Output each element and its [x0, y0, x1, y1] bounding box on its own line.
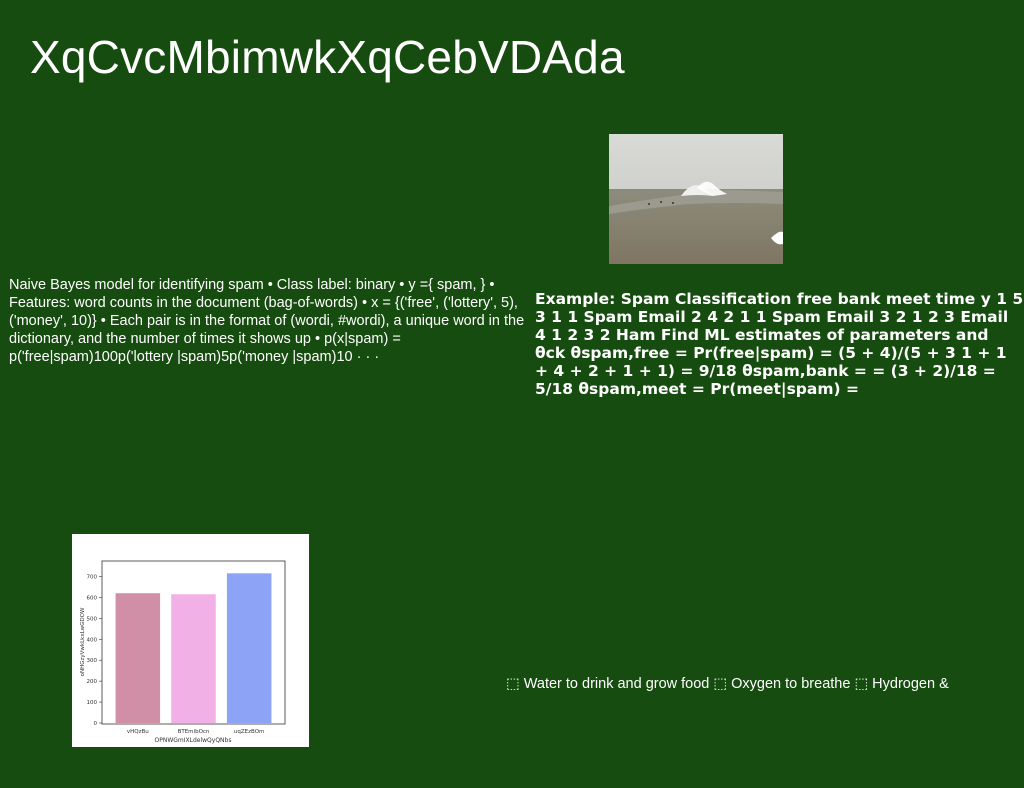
bar-vHQzBu: [115, 593, 161, 723]
y-tick-label: 600: [87, 595, 98, 601]
bottom-text: ⬚ Water to drink and grow food ⬚ Oxygen …: [506, 676, 949, 692]
ocean-wave-image: [609, 134, 783, 264]
x-tick-label: BTEmibOcn: [178, 729, 210, 735]
bar-chart-svg: 0 100 200 300 400 500 600 700 vHQzBu BTEmibOcn uq…: [80, 560, 286, 744]
bar-BTEmibOcn: [171, 594, 216, 723]
right-text-block: Example: Spam Classification free bank m…: [535, 290, 1024, 398]
bar-chart: 0 100 200 300 400 500 600 700 vHQzBu BTEmibOcn uq…: [72, 534, 309, 747]
y-tick-label: 400: [87, 637, 98, 643]
y-tick-label: 300: [87, 658, 98, 664]
bar-uqZEzBOm: [226, 573, 272, 723]
y-tick-label: 700: [87, 574, 98, 580]
x-tick-label: vHQzBu: [127, 729, 149, 735]
left-text-block: Naive Bayes model for identifying spam •…: [9, 277, 525, 365]
chart-xlabel: OPNWGmIXLdelwQyQNbs: [155, 737, 232, 744]
x-tick-label: uqZEzBOm: [234, 729, 264, 735]
chart-ylabel: oNHGzyVwkLkxLwGDOW: [80, 607, 86, 676]
slide-title: XqCvcMbimwkXqCebVDAda: [30, 31, 625, 83]
y-tick-label: 500: [87, 616, 98, 622]
y-tick-label: 100: [87, 700, 98, 706]
y-tick-label: 200: [87, 679, 98, 685]
y-tick-label: 0: [94, 721, 98, 727]
ocean-wave-photo: [609, 134, 783, 264]
